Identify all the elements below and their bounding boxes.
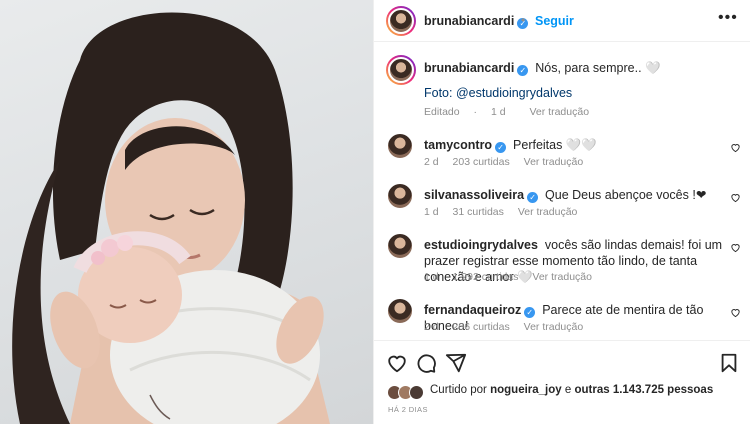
comment-time: 1 d <box>424 206 439 218</box>
caption-text: Nós, para sempre.. 🤍 <box>535 61 661 75</box>
liked-by-user[interactable]: nogueira_joy <box>490 384 562 396</box>
comment-translate-link[interactable]: Ver tradução <box>524 321 584 333</box>
more-horizontal-icon[interactable]: ••• <box>718 9 738 27</box>
post-actions-bar: Curtido por nogueira_joy e outras 1.143.… <box>374 340 750 424</box>
comment-likes[interactable]: 203 curtidas <box>453 156 510 168</box>
liked-by-others[interactable]: outras 1.143.725 pessoas <box>574 384 713 396</box>
caption-username[interactable]: brunabiancardi <box>424 61 514 75</box>
commenter-avatar[interactable] <box>387 298 413 324</box>
comment-icon[interactable] <box>415 352 437 374</box>
author-avatar[interactable] <box>386 6 416 36</box>
comment-likes[interactable]: 1.992 curtidas <box>453 271 519 283</box>
verified-icon: ✓ <box>517 65 529 76</box>
bookmark-icon[interactable] <box>718 352 740 374</box>
commenter-avatar[interactable] <box>387 233 413 259</box>
post-header: brunabiancardi ✓ • Seguir ••• <box>374 0 750 42</box>
liker-avatar[interactable] <box>409 385 424 400</box>
comment-likes[interactable]: 31 curtidas <box>453 206 504 218</box>
heart-icon[interactable] <box>386 352 408 374</box>
verified-icon: ✓ <box>524 307 536 318</box>
follow-button[interactable]: Seguir <box>535 14 574 28</box>
liked-by-summary: Curtido por nogueira_joy e outras 1.143.… <box>430 384 714 396</box>
comment-like-heart-icon[interactable] <box>730 192 741 203</box>
author-username[interactable]: brunabiancardi ✓ <box>424 14 529 29</box>
commenter-username[interactable]: tamycontro <box>424 138 492 152</box>
edited-label: Editado · 1 d <box>424 106 506 118</box>
comment-translate-link[interactable]: Ver tradução <box>518 206 578 218</box>
comment-time: 2 d <box>424 321 439 333</box>
commenter-username[interactable]: fernandaqueiroz <box>424 303 521 317</box>
comment-text: Perfeitas 🤍🤍 <box>513 138 597 152</box>
comment-like-heart-icon[interactable] <box>730 307 741 318</box>
commenter-username[interactable]: estudioingrydalves <box>424 238 538 252</box>
share-icon[interactable] <box>445 352 467 374</box>
photo-illustration <box>12 12 330 424</box>
comment-time: 1 d <box>424 271 439 283</box>
photo-credit-link[interactable]: Foto: @estudioingrydalves <box>424 86 572 100</box>
caption-author-avatar[interactable] <box>386 55 416 85</box>
post-detail-panel: brunabiancardi ✓ • Seguir ••• brunabianca… <box>373 0 750 424</box>
verified-icon: ✓ <box>495 142 507 153</box>
comment-like-heart-icon[interactable] <box>730 242 741 253</box>
commenter-username[interactable]: silvanassoliveira <box>424 188 524 202</box>
post-photo <box>0 0 373 424</box>
comment-translate-link[interactable]: Ver tradução <box>524 156 584 168</box>
caption-translate-link[interactable]: Ver tradução <box>530 106 590 118</box>
comment-likes[interactable]: 206 curtidas <box>453 321 510 333</box>
comment-text: Que Deus abençoe vocês !❤ <box>545 188 707 202</box>
separator-dot: • <box>521 13 526 27</box>
commenter-avatar[interactable] <box>387 183 413 209</box>
commenter-avatar[interactable] <box>387 133 413 159</box>
posted-ago[interactable]: HÁ 2 DIAS <box>388 405 428 414</box>
comment-translate-link[interactable]: Ver tradução <box>532 271 592 283</box>
comment-like-heart-icon[interactable] <box>730 142 741 153</box>
comment-time: 2 d <box>424 156 439 168</box>
verified-icon: ✓ <box>527 192 539 203</box>
